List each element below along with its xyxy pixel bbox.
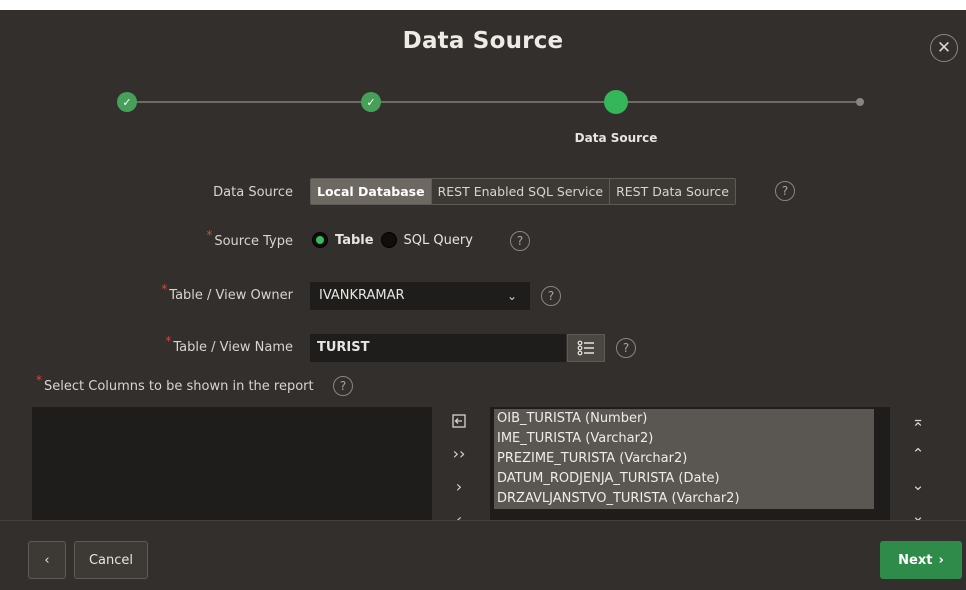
previous-button[interactable]: ‹ bbox=[28, 541, 66, 579]
table-owner-help-icon[interactable]: ? bbox=[541, 286, 561, 306]
dialog-footer: ‹ Cancel Next › bbox=[0, 520, 966, 590]
option-rest-enabled-sql[interactable]: REST Enabled SQL Service bbox=[430, 179, 610, 204]
cancel-button[interactable]: Cancel bbox=[74, 541, 148, 579]
radio-selected-dot bbox=[316, 236, 324, 244]
columns-help-icon[interactable]: ? bbox=[333, 376, 353, 396]
available-columns-list[interactable] bbox=[32, 407, 432, 537]
source-type-help-icon[interactable]: ? bbox=[510, 231, 530, 251]
option-local-database[interactable]: Local Database bbox=[311, 179, 431, 204]
move-all-icon[interactable]: ›› bbox=[446, 444, 472, 463]
wizard-step-3-current bbox=[604, 90, 628, 114]
table-name-label-wrap: * Table / View Name bbox=[165, 334, 293, 355]
table-name-input[interactable]: TURIST bbox=[310, 334, 566, 362]
move-up-icon[interactable]: ⌃ bbox=[906, 445, 930, 463]
list-icon bbox=[577, 340, 594, 356]
option-rest-data-source[interactable]: REST Data Source bbox=[609, 179, 735, 204]
dialog-title: Data Source bbox=[402, 28, 564, 54]
table-name-label: Table / View Name bbox=[173, 340, 293, 355]
table-owner-select[interactable]: IVANKRAMAR ⌄ bbox=[310, 282, 530, 310]
radio-table-label: Table bbox=[335, 232, 374, 248]
source-type-label: Source Type bbox=[214, 234, 293, 249]
list-item[interactable]: OIB_TURISTA (Number) bbox=[494, 409, 874, 429]
required-mark: * bbox=[165, 334, 172, 348]
next-button[interactable]: Next › bbox=[880, 541, 962, 579]
radio-sql-query[interactable] bbox=[380, 232, 397, 248]
wizard-current-step-label: Data Source bbox=[574, 131, 658, 145]
table-name-help-icon[interactable]: ? bbox=[616, 338, 636, 358]
data-source-help-icon[interactable]: ? bbox=[775, 181, 795, 201]
next-button-label: Next bbox=[898, 552, 933, 568]
source-type-label-wrap: * Source Type bbox=[206, 228, 293, 249]
data-source-dialog: Data Source ✕ ✓ ✓ Data Source Data Sourc… bbox=[0, 10, 966, 590]
data-source-selector: Local Database REST Enabled SQL Service … bbox=[310, 178, 736, 205]
reset-icon[interactable] bbox=[446, 413, 472, 433]
required-mark: * bbox=[206, 228, 213, 242]
columns-label: Select Columns to be shown in the report bbox=[44, 379, 314, 394]
wizard-step-4-future bbox=[856, 98, 864, 106]
table-owner-label-wrap: * Table / View Owner bbox=[161, 282, 293, 303]
list-item[interactable]: IME_TURISTA (Varchar2) bbox=[494, 429, 874, 449]
required-mark: * bbox=[161, 282, 168, 296]
table-owner-label: Table / View Owner bbox=[169, 288, 293, 303]
data-source-label: Data Source bbox=[213, 185, 293, 200]
list-of-values-button[interactable] bbox=[567, 334, 605, 362]
list-item[interactable]: DATUM_RODJENJA_TURISTA (Date) bbox=[494, 469, 874, 489]
move-down-icon[interactable]: ⌄ bbox=[906, 476, 930, 494]
table-owner-value: IVANKRAMAR bbox=[319, 288, 405, 303]
selected-columns-list[interactable]: OIB_TURISTA (Number) IME_TURISTA (Varcha… bbox=[490, 407, 890, 537]
close-icon[interactable]: ✕ bbox=[930, 34, 958, 62]
move-icon[interactable]: › bbox=[446, 477, 472, 496]
required-mark: * bbox=[36, 373, 42, 387]
wizard-step-1-check-icon: ✓ bbox=[117, 92, 137, 112]
wizard-step-2-check-icon: ✓ bbox=[361, 92, 381, 112]
list-item[interactable]: DRZAVLJANSTVO_TURISTA (Varchar2) bbox=[494, 489, 874, 509]
radio-sql-query-label: SQL Query bbox=[403, 232, 473, 248]
chevron-down-icon: ⌄ bbox=[506, 289, 517, 303]
radio-table[interactable] bbox=[312, 232, 328, 248]
source-type-radio-group: Table SQL Query bbox=[312, 232, 480, 248]
reset-glyph bbox=[452, 414, 466, 428]
chevron-right-icon: › bbox=[938, 552, 944, 568]
move-top-icon[interactable]: ⌅ bbox=[906, 412, 930, 430]
list-item[interactable]: PREZIME_TURISTA (Varchar2) bbox=[494, 449, 874, 469]
wizard-track bbox=[136, 101, 862, 103]
columns-label-wrap: * Select Columns to be shown in the repor… bbox=[36, 373, 314, 394]
